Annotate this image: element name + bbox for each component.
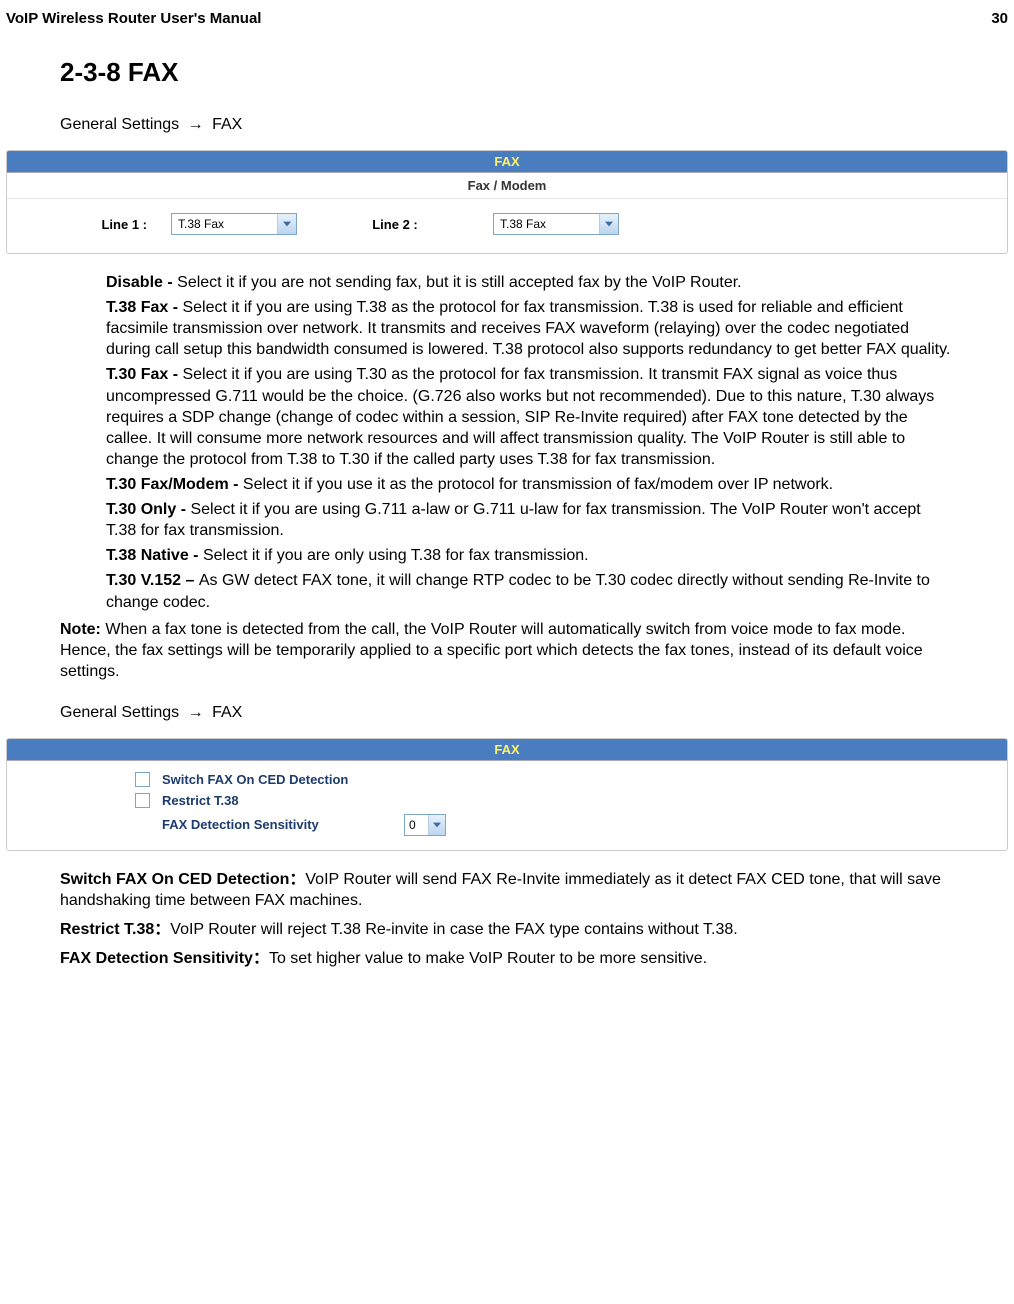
term: Restrict T.38： — [60, 921, 170, 938]
def-disable: Disable - Select it if you are not sendi… — [106, 272, 954, 293]
def-t30v152: T.30 V.152 – As GW detect FAX tone, it w… — [106, 570, 954, 612]
line2-label: Line 2 : — [315, 217, 475, 232]
term: T.30 Only - — [106, 501, 190, 518]
desc-body: VoIP Router will reject T.38 Re-invite i… — [170, 921, 737, 938]
breadcrumb-part-a: General Settings — [60, 704, 179, 721]
chevron-down-icon — [599, 214, 618, 234]
def-body: Select it if you use it as the protocol … — [243, 476, 833, 493]
panel-title: FAX — [7, 151, 1007, 173]
chevron-down-icon — [428, 815, 445, 835]
switch-fax-row: Switch FAX On CED Detection — [7, 769, 1007, 790]
page-header: VoIP Wireless Router User's Manual 30 — [0, 0, 1014, 33]
term: T.30 Fax - — [106, 366, 182, 383]
panel-subtitle: Fax / Modem — [7, 173, 1007, 199]
manual-title: VoIP Wireless Router User's Manual — [6, 10, 261, 27]
def-t30faxmodem: T.30 Fax/Modem - Select it if you use it… — [106, 474, 954, 495]
definitions-list: Disable - Select it if you are not sendi… — [60, 272, 954, 613]
arrow-separator: → — [184, 704, 208, 721]
restrict-t38-label: Restrict T.38 — [162, 793, 239, 808]
breadcrumb-part-b: FAX — [212, 116, 242, 133]
line2-dropdown[interactable]: T.38 Fax — [493, 213, 619, 235]
chevron-down-icon — [277, 214, 296, 234]
page-number: 30 — [991, 10, 1008, 27]
breadcrumb-part-a: General Settings — [60, 116, 179, 133]
section-heading: 2-3-8 FAX — [60, 57, 954, 88]
line2-value: T.38 Fax — [494, 217, 599, 231]
term: T.38 Fax - — [106, 299, 182, 316]
panel-title: FAX — [7, 739, 1007, 761]
sensitivity-dropdown[interactable]: 0 — [404, 814, 446, 836]
def-body: Select it if you are using T.30 as the p… — [106, 366, 934, 467]
switch-fax-label: Switch FAX On CED Detection — [162, 772, 348, 787]
breadcrumb-part-b: FAX — [212, 704, 242, 721]
descriptions-2: Switch FAX On CED Detection： VoIP Router … — [60, 869, 954, 969]
restrict-t38-checkbox[interactable] — [135, 793, 150, 808]
def-body: Select it if you are not sending fax, bu… — [177, 274, 741, 291]
def-body: Select it if you are only using T.38 for… — [203, 547, 589, 564]
sensitivity-value: 0 — [405, 818, 428, 832]
fax-panel-2: FAX Switch FAX On CED Detection Restrict… — [6, 738, 1008, 851]
sensitivity-label: FAX Detection Sensitivity — [162, 817, 392, 832]
fax-panel: FAX Fax / Modem Line 1 : T.38 Fax Line 2… — [6, 150, 1008, 254]
note-body: When a fax tone is detected from the cal… — [60, 621, 923, 680]
term: T.38 Native - — [106, 547, 203, 564]
arrow-separator: → — [184, 116, 208, 133]
breadcrumb: General Settings → FAX — [60, 116, 954, 134]
def-t38native: T.38 Native - Select it if you are only … — [106, 545, 954, 566]
desc-sensitivity: FAX Detection Sensitivity：To set higher … — [60, 948, 954, 969]
switch-fax-checkbox[interactable] — [135, 772, 150, 787]
desc-switch-fax: Switch FAX On CED Detection：VoIP Router … — [60, 869, 954, 911]
restrict-t38-row: Restrict T.38 — [7, 790, 1007, 811]
note-text: Note: When a fax tone is detected from t… — [60, 619, 954, 682]
def-t30fax: T.30 Fax - Select it if you are using T.… — [106, 364, 954, 470]
line1-dropdown[interactable]: T.38 Fax — [171, 213, 297, 235]
note-term: Note: — [60, 621, 101, 638]
sensitivity-row: FAX Detection Sensitivity 0 — [7, 811, 1007, 850]
line1-value: T.38 Fax — [172, 217, 277, 231]
def-t30only: T.30 Only - Select it if you are using G… — [106, 499, 954, 541]
term: Switch FAX On CED Detection： — [60, 871, 305, 888]
line1-label: Line 1 : — [7, 217, 153, 232]
def-body: Select it if you are using G.711 a-law o… — [106, 501, 921, 539]
desc-restrict-t38: Restrict T.38：VoIP Router will reject T.… — [60, 919, 954, 940]
term: Disable - — [106, 274, 177, 291]
panel-body: Line 1 : T.38 Fax Line 2 : T.38 Fax — [7, 199, 1007, 253]
term: T.30 V.152 – — [106, 572, 199, 589]
def-body: Select it if you are using T.38 as the p… — [106, 299, 950, 358]
breadcrumb: General Settings → FAX — [60, 704, 954, 722]
term: FAX Detection Sensitivity： — [60, 950, 269, 967]
def-body: As GW detect FAX tone, it will change RT… — [106, 572, 930, 610]
def-t38fax: T.38 Fax - Select it if you are using T.… — [106, 297, 954, 360]
desc-body: To set higher value to make VoIP Router … — [269, 950, 707, 967]
term: T.30 Fax/Modem - — [106, 476, 243, 493]
note-block: Note: When a fax tone is detected from t… — [60, 619, 954, 682]
